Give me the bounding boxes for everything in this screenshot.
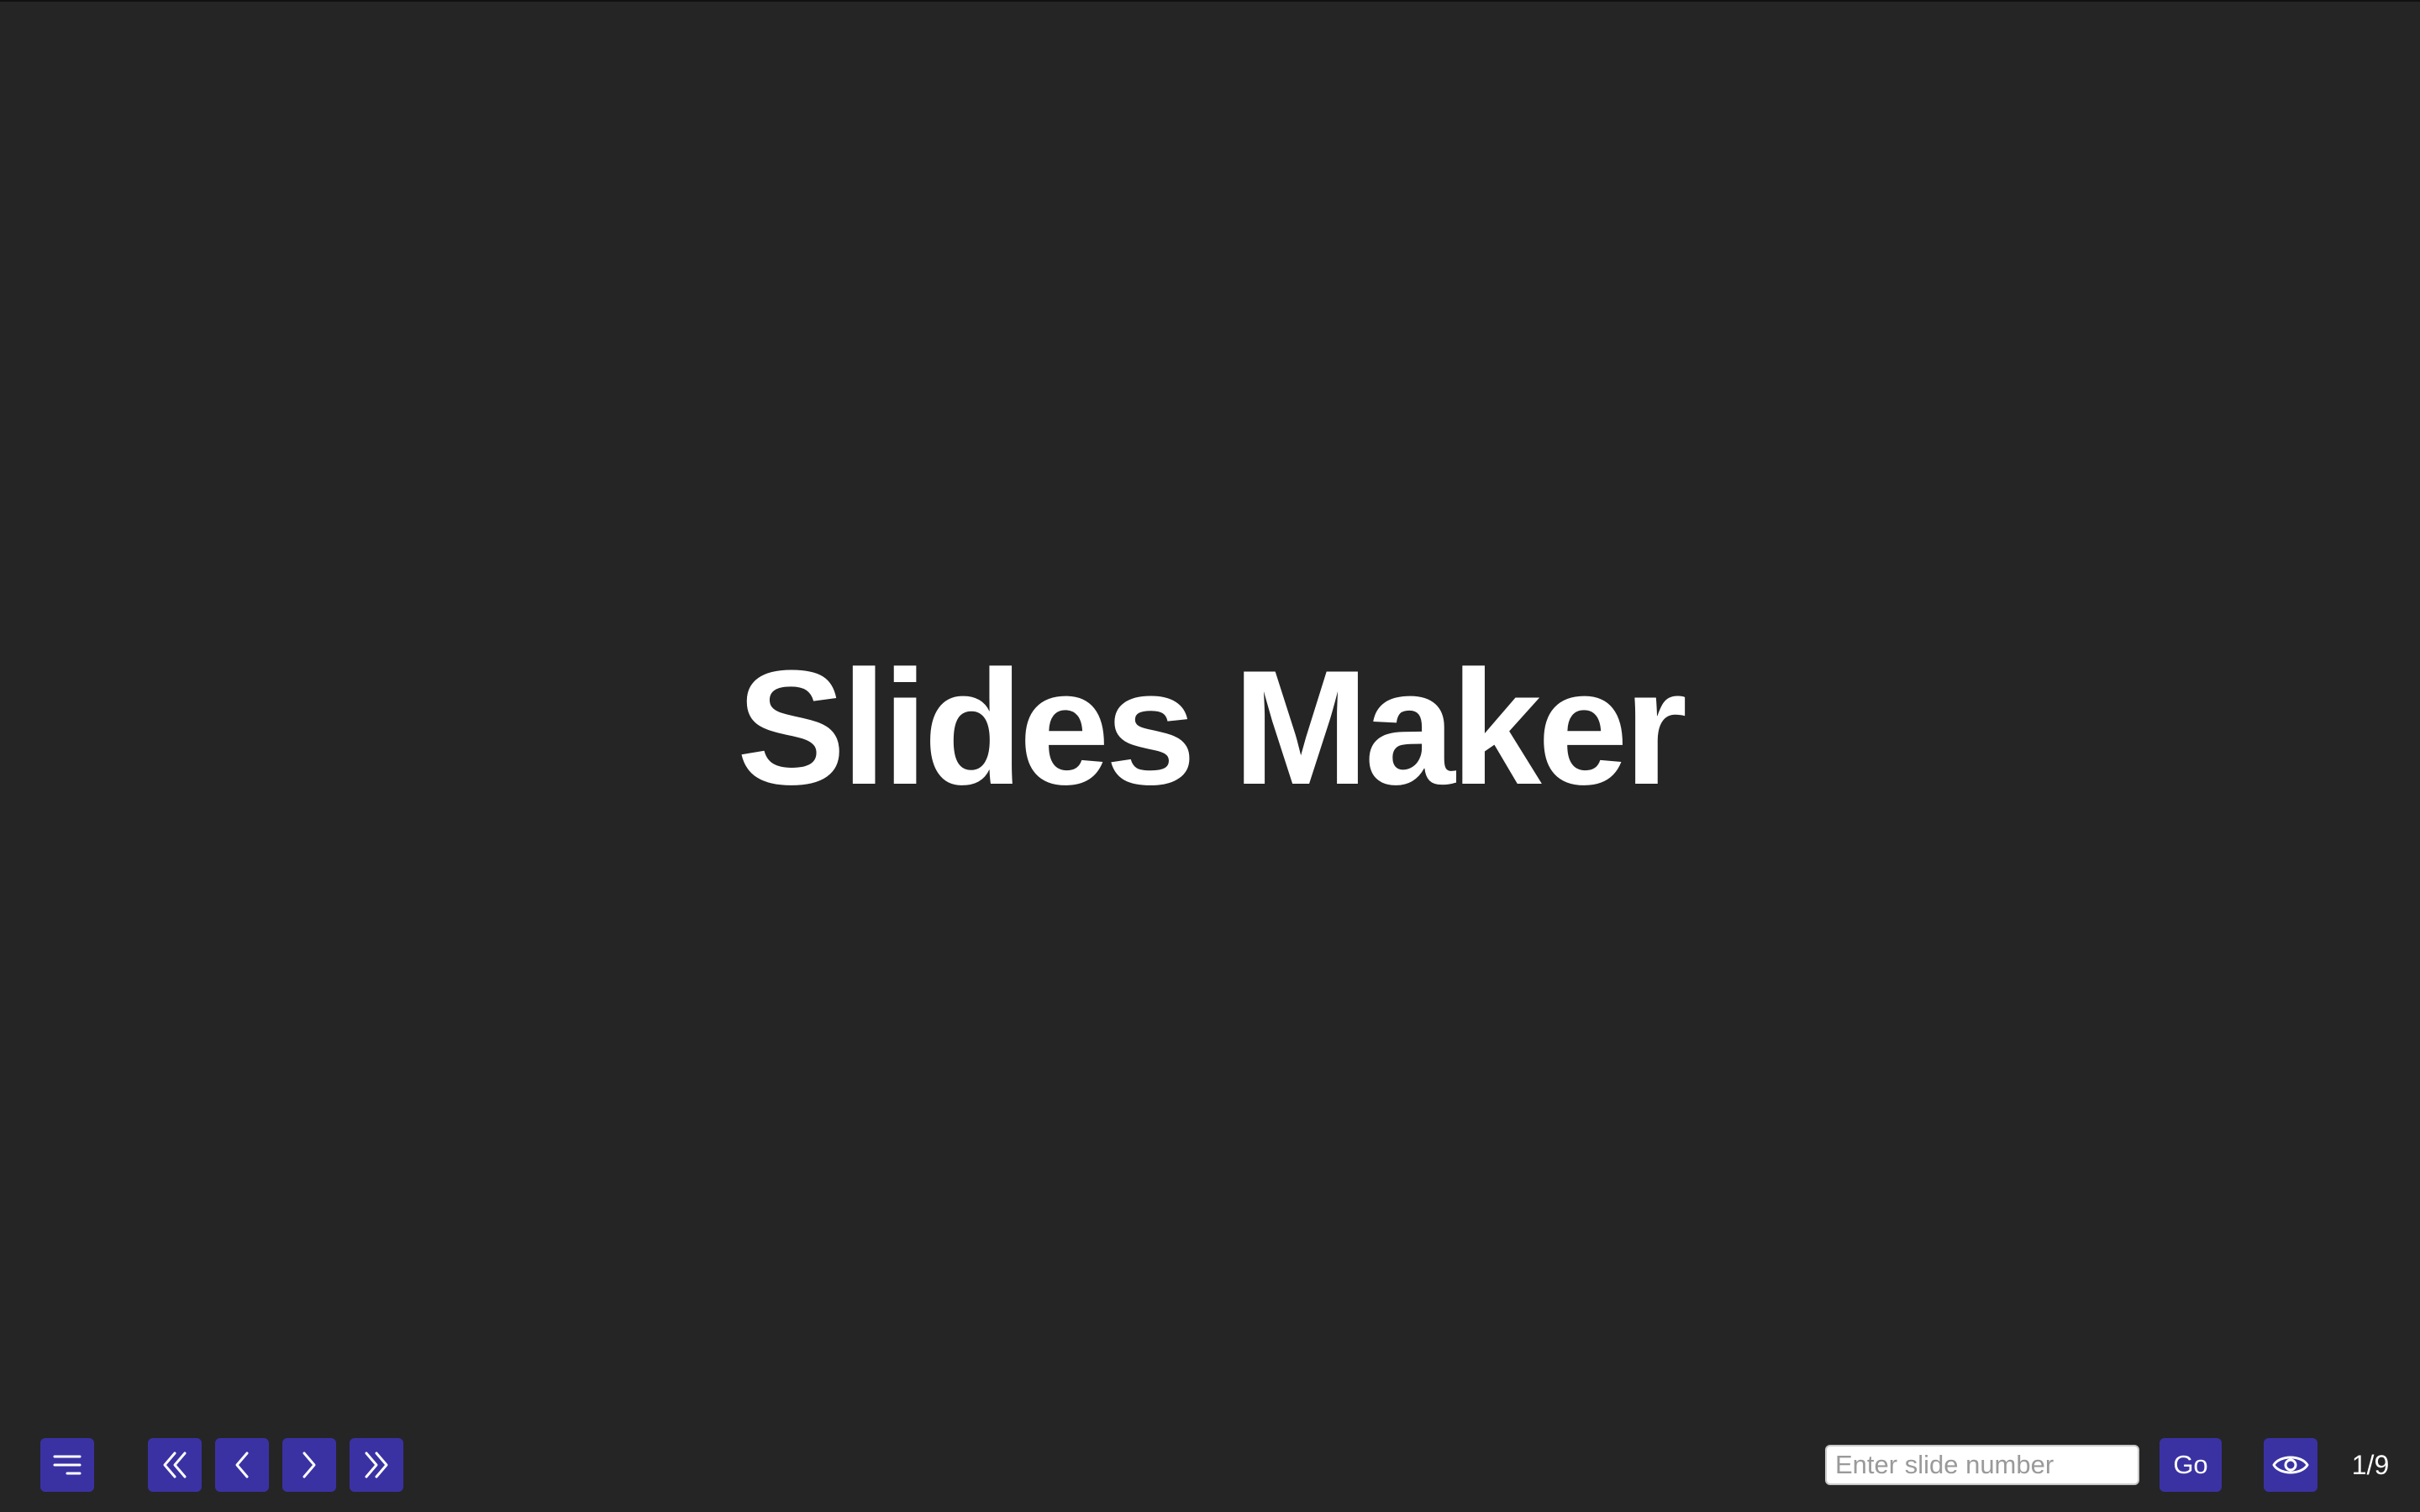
page-counter: 1/9: [2351, 1450, 2390, 1480]
previous-slide-button[interactable]: [215, 1438, 269, 1492]
next-slide-button[interactable]: [282, 1438, 336, 1492]
slide-title: Slides Maker: [736, 636, 1687, 819]
eye-icon: [2272, 1456, 2309, 1474]
view-toggle-button[interactable]: [2264, 1438, 2317, 1492]
double-chevron-right-icon: [365, 1452, 388, 1478]
last-slide-button[interactable]: [350, 1438, 403, 1492]
menu-button[interactable]: [40, 1438, 94, 1492]
chevron-left-icon: [235, 1452, 249, 1478]
first-slide-button[interactable]: [148, 1438, 202, 1492]
go-button[interactable]: Go: [2160, 1438, 2222, 1492]
slide-number-input[interactable]: [1825, 1445, 2139, 1485]
slide-canvas: Slides Maker: [0, 0, 2420, 1512]
double-chevron-left-icon: [163, 1452, 187, 1478]
chevron-right-icon: [302, 1452, 316, 1478]
menu-icon: [53, 1455, 82, 1475]
